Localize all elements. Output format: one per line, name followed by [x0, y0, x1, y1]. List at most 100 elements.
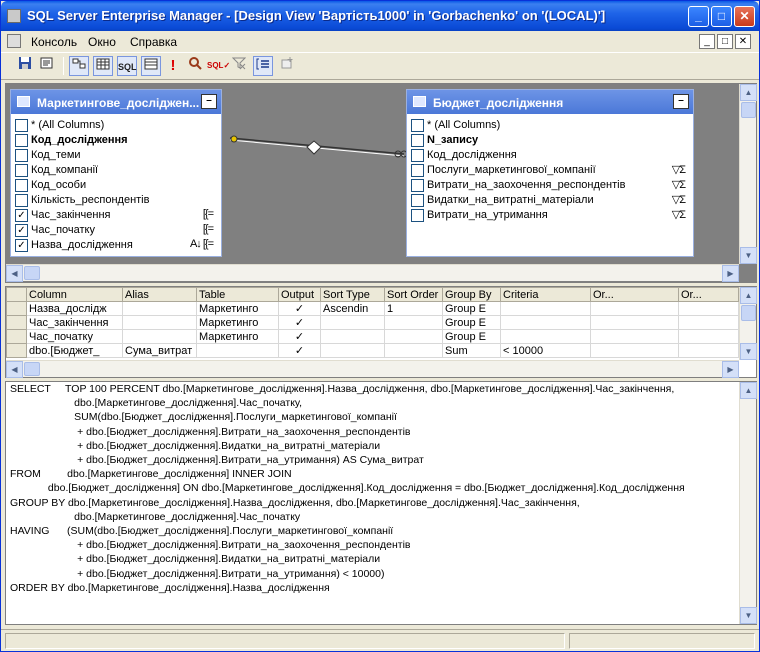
grid-cell[interactable]: dbo.[Бюджет_	[26, 343, 123, 358]
grid-vertical-scrollbar[interactable]: ▲ ▼	[739, 287, 757, 360]
grid-cell[interactable]: ✓	[278, 301, 321, 316]
group-by-icon[interactable]	[253, 56, 273, 76]
grid-cell[interactable]	[320, 343, 385, 358]
grid-cell[interactable]: Назва_дослідж	[26, 301, 123, 316]
grid-header-cell[interactable]: Or...	[678, 287, 739, 302]
grid-header-cell[interactable]	[6, 287, 27, 302]
table-research-budget[interactable]: Бюджет_дослідження – * (All Columns) N_за…	[406, 89, 694, 257]
scroll-right-icon[interactable]: ▶	[722, 265, 739, 282]
sql-line[interactable]: + dbo.[Бюджет_дослідження].Видатки_на_ви…	[10, 439, 685, 453]
grid-cell[interactable]	[590, 343, 679, 358]
grid-cell[interactable]: Group E	[442, 329, 501, 344]
column-checkbox[interactable]	[15, 149, 28, 162]
grid-header-cell[interactable]: Column	[26, 287, 123, 302]
grid-cell[interactable]	[678, 301, 739, 316]
grid-cell[interactable]: ✓	[278, 329, 321, 344]
grid-cell[interactable]: Час_закінчення	[26, 315, 123, 330]
grid-cell[interactable]: Sum	[442, 343, 501, 358]
grid-cell[interactable]	[678, 315, 739, 330]
table-header[interactable]: Бюджет_дослідження –	[407, 90, 693, 114]
add-table-icon[interactable]	[277, 56, 297, 76]
sql-line[interactable]: + dbo.[Бюджет_дослідження].Витрати_на_за…	[10, 538, 685, 552]
scroll-up-icon[interactable]: ▲	[740, 382, 757, 399]
save-icon[interactable]	[15, 56, 35, 76]
column-row[interactable]: * (All Columns)	[407, 118, 693, 133]
grid-cell[interactable]	[122, 329, 197, 344]
grid-cell[interactable]	[500, 315, 591, 330]
grid-header-cell[interactable]: Criteria	[500, 287, 591, 302]
grid-cell[interactable]	[678, 329, 739, 344]
sql-line[interactable]: + dbo.[Бюджет_дослідження].Видатки_на_ви…	[10, 552, 685, 566]
sql-pane-icon[interactable]: SQL	[117, 56, 137, 76]
mdi-minimize-button[interactable]: _	[699, 34, 715, 49]
grid-cell[interactable]	[590, 329, 679, 344]
grid-cell[interactable]	[122, 315, 197, 330]
console-icon[interactable]	[7, 34, 21, 48]
grid-row[interactable]: Час_закінчення Маркетинго ✓ Group E	[6, 315, 739, 330]
grid-cell[interactable]	[320, 329, 385, 344]
maximize-button[interactable]: □	[711, 6, 732, 27]
scroll-thumb[interactable]	[24, 362, 40, 376]
row-selector[interactable]	[6, 343, 27, 358]
scroll-up-icon[interactable]: ▲	[740, 84, 757, 101]
grid-cell[interactable]: Сума_витрат	[122, 343, 197, 358]
column-checkbox[interactable]	[15, 194, 28, 207]
column-row[interactable]: * (All Columns)	[11, 118, 221, 133]
row-selector[interactable]	[6, 315, 27, 330]
grid-cell[interactable]	[500, 301, 591, 316]
sql-line[interactable]: FROM dbo.[Маркетингове_дослідження] INNE…	[10, 467, 685, 481]
table-header[interactable]: Маркетингове_досліджен... –	[11, 90, 221, 114]
row-selector[interactable]	[6, 329, 27, 344]
sql-line[interactable]: dbo.[Маркетингове_дослідження].Час_почат…	[10, 510, 685, 524]
scroll-right-icon[interactable]: ▶	[722, 361, 739, 378]
grid-header-cell[interactable]: Group By	[442, 287, 501, 302]
column-checkbox[interactable]: ✓	[15, 224, 28, 237]
grid-cell[interactable]	[590, 315, 679, 330]
criteria-grid[interactable]: Column Alias Table Output Sort Type Sort Orde…	[6, 287, 739, 358]
close-button[interactable]: ✕	[734, 6, 755, 27]
grid-cell[interactable]	[384, 343, 443, 358]
column-row[interactable]: Код_теми	[11, 148, 221, 163]
remove-filter-icon[interactable]	[229, 56, 249, 76]
sql-line[interactable]: ORDER BY dbo.[Маркетингове_дослідження].…	[10, 581, 685, 595]
column-checkbox[interactable]	[411, 149, 424, 162]
column-row[interactable]: Витрати_на_утримання ▽Σ	[407, 208, 693, 223]
column-row[interactable]: Видатки_на_витратні_матеріали ▽Σ	[407, 193, 693, 208]
column-checkbox[interactable]	[15, 119, 28, 132]
grid-header-cell[interactable]: Sort Type	[320, 287, 385, 302]
sql-text[interactable]: SELECT TOP 100 PERCENT dbo.[Маркетингове…	[10, 382, 685, 595]
grid-pane[interactable]: Column Alias Table Output Sort Type Sort Orde…	[5, 286, 757, 378]
column-checkbox[interactable]	[411, 179, 424, 192]
scroll-thumb[interactable]	[741, 305, 756, 321]
minimize-button[interactable]: _	[688, 6, 709, 27]
grid-cell[interactable]: Group E	[442, 301, 501, 316]
sql-line[interactable]: HAVING (SUM(dbo.[Бюджет_дослідження].Пос…	[10, 524, 685, 538]
column-checkbox[interactable]	[411, 209, 424, 222]
diagram-horizontal-scrollbar[interactable]: ◀ ▶	[6, 264, 739, 282]
diagram-pane-icon[interactable]	[69, 56, 89, 76]
grid-cell[interactable]	[196, 343, 279, 358]
grid-cell[interactable]: Group E	[442, 315, 501, 330]
grid-cell[interactable]	[122, 301, 197, 316]
grid-cell[interactable]: < 10000	[500, 343, 591, 358]
column-row[interactable]: Код_дослідження	[407, 148, 693, 163]
grid-cell[interactable]	[678, 343, 739, 358]
sql-line[interactable]: GROUP BY dbo.[Маркетингове_дослідження].…	[10, 496, 685, 510]
column-row[interactable]: ✓ Час_початку [{=	[11, 223, 221, 238]
check-sql-icon[interactable]: SQL✓	[207, 56, 230, 76]
column-checkbox[interactable]: ✓	[15, 209, 28, 222]
title-bar[interactable]: SQL Server Enterprise Manager - [Design …	[1, 1, 759, 31]
grid-cell[interactable]	[500, 329, 591, 344]
grid-cell[interactable]: Час_початку	[26, 329, 123, 344]
grid-cell[interactable]: Ascendin	[320, 301, 385, 316]
scroll-down-icon[interactable]: ▼	[740, 607, 757, 624]
column-checkbox[interactable]	[411, 119, 424, 132]
column-row[interactable]: Код_компанії	[11, 163, 221, 178]
run-icon[interactable]: !	[163, 56, 183, 76]
table-minimize-button[interactable]: –	[201, 94, 217, 109]
grid-row[interactable]: dbo.[Бюджет_ Сума_витрат ✓ Sum < 10000	[6, 343, 739, 358]
grid-row[interactable]: Час_початку Маркетинго ✓ Group E	[6, 329, 739, 344]
column-checkbox[interactable]	[411, 164, 424, 177]
sql-line[interactable]: SELECT TOP 100 PERCENT dbo.[Маркетингове…	[10, 382, 685, 396]
scroll-down-icon[interactable]: ▼	[740, 343, 757, 360]
